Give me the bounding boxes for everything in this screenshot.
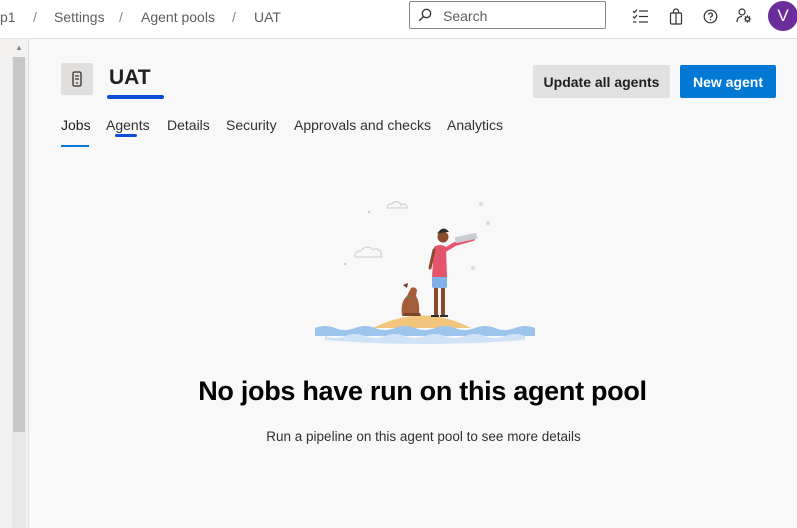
breadcrumb-project[interactable]: p1 <box>0 9 16 25</box>
breadcrumb-separator: / <box>119 9 123 25</box>
empty-state-subtitle: Run a pipeline on this agent pool to see… <box>266 429 581 444</box>
agent-pool-icon <box>61 63 93 95</box>
search-icon <box>418 8 432 22</box>
tab-agents[interactable]: Agents <box>106 117 150 133</box>
scroll-up-arrow-icon[interactable]: ▲ <box>14 44 24 52</box>
shopping-bag-icon[interactable] <box>667 7 685 25</box>
empty-state-illustration <box>315 201 535 344</box>
breadcrumb-separator: / <box>33 9 37 25</box>
breadcrumb-settings[interactable]: Settings <box>54 9 105 25</box>
tab-security[interactable]: Security <box>226 117 277 133</box>
checklist-icon[interactable] <box>631 7 649 25</box>
avatar[interactable]: V <box>768 1 797 31</box>
tab-analytics[interactable]: Analytics <box>447 117 503 133</box>
search-box[interactable] <box>409 1 606 29</box>
user-settings-icon[interactable] <box>735 7 753 25</box>
breadcrumb-separator: / <box>232 9 236 25</box>
new-agent-button[interactable]: New agent <box>680 65 776 98</box>
annotation-underline <box>115 134 137 137</box>
breadcrumb-agent-pools[interactable]: Agent pools <box>141 9 215 25</box>
tab-active-indicator <box>61 145 89 147</box>
tab-approvals-and-checks[interactable]: Approvals and checks <box>294 117 431 133</box>
tab-jobs[interactable]: Jobs <box>61 117 91 133</box>
help-icon[interactable] <box>701 7 719 25</box>
breadcrumb-uat[interactable]: UAT <box>254 9 281 25</box>
page-title: UAT <box>109 66 151 89</box>
search-input[interactable] <box>441 6 600 26</box>
top-bar: p1 / Settings / Agent pools / UAT Search… <box>0 0 797 39</box>
empty-state-title: No jobs have run on this agent pool <box>198 376 647 406</box>
annotation-underline <box>107 95 164 99</box>
update-all-agents-button[interactable]: Update all agents <box>533 65 670 98</box>
tab-details[interactable]: Details <box>167 117 210 133</box>
